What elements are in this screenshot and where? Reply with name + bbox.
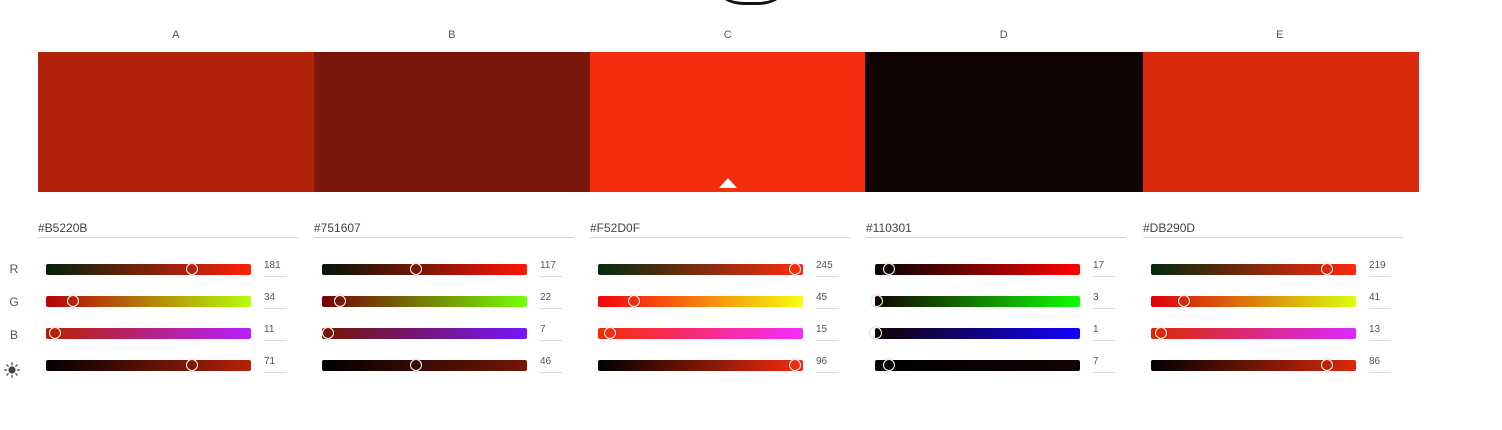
sun-icon	[4, 362, 20, 378]
color-swatch-c[interactable]	[590, 52, 865, 192]
value-field-b-e[interactable]: 13	[1369, 325, 1391, 341]
row-label-b: B	[9, 328, 18, 342]
slider-brightness-c[interactable]	[598, 359, 803, 371]
value-field-b-c[interactable]: 15	[816, 325, 838, 341]
slider-knob-g-e[interactable]	[1177, 295, 1190, 307]
slider-b-a[interactable]	[46, 327, 251, 339]
slider-knob-brightness-e[interactable]	[1321, 359, 1334, 371]
value-field-brightness-c[interactable]: 96	[816, 357, 838, 373]
value-field-r-d[interactable]: 17	[1093, 261, 1115, 277]
value-field-r-c[interactable]: 245	[816, 261, 838, 277]
slider-brightness-d[interactable]	[875, 359, 1080, 371]
slider-knob-b-a[interactable]	[48, 327, 61, 339]
slider-knob-r-b[interactable]	[410, 263, 423, 275]
slider-g-e[interactable]	[1151, 295, 1356, 307]
slider-brightness-b[interactable]	[322, 359, 527, 371]
slider-knob-brightness-a[interactable]	[185, 359, 198, 371]
slider-b-b[interactable]	[321, 327, 527, 339]
slider-r-a[interactable]	[46, 263, 251, 275]
value-field-brightness-b[interactable]: 46	[540, 357, 562, 373]
slider-b-e[interactable]	[1151, 327, 1356, 339]
slider-knob-r-e[interactable]	[1321, 263, 1334, 275]
hex-input-a[interactable]: #B5220B	[38, 219, 298, 238]
value-field-b-d[interactable]: 1	[1093, 325, 1115, 341]
slider-g-b[interactable]	[322, 295, 527, 307]
slider-knob-r-c[interactable]	[788, 263, 801, 275]
top-arc-decoration	[705, 0, 797, 5]
value-field-g-e[interactable]: 41	[1369, 293, 1391, 309]
slider-b-c[interactable]	[598, 327, 803, 339]
slider-knob-g-d[interactable]	[871, 295, 884, 307]
color-swatch-b[interactable]	[314, 52, 590, 192]
slider-g-a[interactable]	[46, 295, 251, 307]
value-field-b-a[interactable]: 11	[264, 325, 286, 341]
slider-b-d[interactable]	[869, 327, 1080, 339]
value-field-g-b[interactable]: 22	[540, 293, 562, 309]
value-field-r-b[interactable]: 117	[540, 261, 562, 277]
row-label-g: G	[9, 295, 19, 309]
color-swatch-d[interactable]	[865, 52, 1143, 192]
slider-r-c[interactable]	[598, 263, 803, 275]
value-field-r-a[interactable]: 181	[264, 261, 286, 277]
value-field-brightness-e[interactable]: 86	[1369, 357, 1391, 373]
color-swatch-a[interactable]	[38, 52, 314, 192]
column-label-d: D	[999, 29, 1009, 41]
slider-knob-b-c[interactable]	[604, 327, 617, 339]
slider-knob-b-e[interactable]	[1155, 327, 1168, 339]
value-field-brightness-a[interactable]: 71	[264, 357, 286, 373]
slider-knob-brightness-d[interactable]	[883, 359, 896, 371]
color-swatch-e[interactable]	[1143, 52, 1419, 192]
hex-input-c[interactable]: #F52D0F	[590, 219, 850, 238]
column-label-c: C	[723, 29, 733, 41]
column-label-b: B	[448, 29, 456, 41]
slider-r-d[interactable]	[875, 263, 1080, 275]
value-field-g-c[interactable]: 45	[816, 293, 838, 309]
slider-g-c[interactable]	[598, 295, 803, 307]
slider-brightness-a[interactable]	[46, 359, 251, 371]
slider-knob-b-d[interactable]	[869, 327, 882, 339]
column-label-a: A	[172, 29, 180, 41]
slider-knob-g-b[interactable]	[333, 295, 346, 307]
value-field-brightness-d[interactable]: 7	[1093, 357, 1115, 373]
slider-g-d[interactable]	[871, 295, 1080, 307]
slider-r-b[interactable]	[322, 263, 527, 275]
row-label-r: R	[9, 262, 19, 276]
slider-r-e[interactable]	[1151, 263, 1356, 275]
slider-knob-g-a[interactable]	[67, 295, 80, 307]
value-field-b-b[interactable]: 7	[540, 325, 562, 341]
hex-input-e[interactable]: #DB290D	[1143, 219, 1403, 238]
value-field-g-d[interactable]: 3	[1093, 293, 1115, 309]
slider-knob-b-b[interactable]	[321, 327, 334, 339]
slider-knob-r-d[interactable]	[882, 263, 895, 275]
hex-input-b[interactable]: #751607	[314, 219, 574, 238]
column-label-e: E	[1276, 29, 1284, 41]
hex-input-d[interactable]: #110301	[866, 219, 1126, 238]
value-field-g-a[interactable]: 34	[264, 293, 286, 309]
value-field-r-e[interactable]: 219	[1369, 261, 1391, 277]
slider-knob-brightness-b[interactable]	[410, 359, 423, 371]
slider-knob-g-c[interactable]	[628, 295, 641, 307]
slider-knob-brightness-c[interactable]	[788, 359, 801, 371]
selected-swatch-marker	[718, 178, 737, 188]
slider-brightness-e[interactable]	[1151, 359, 1356, 371]
slider-knob-r-a[interactable]	[185, 263, 198, 275]
